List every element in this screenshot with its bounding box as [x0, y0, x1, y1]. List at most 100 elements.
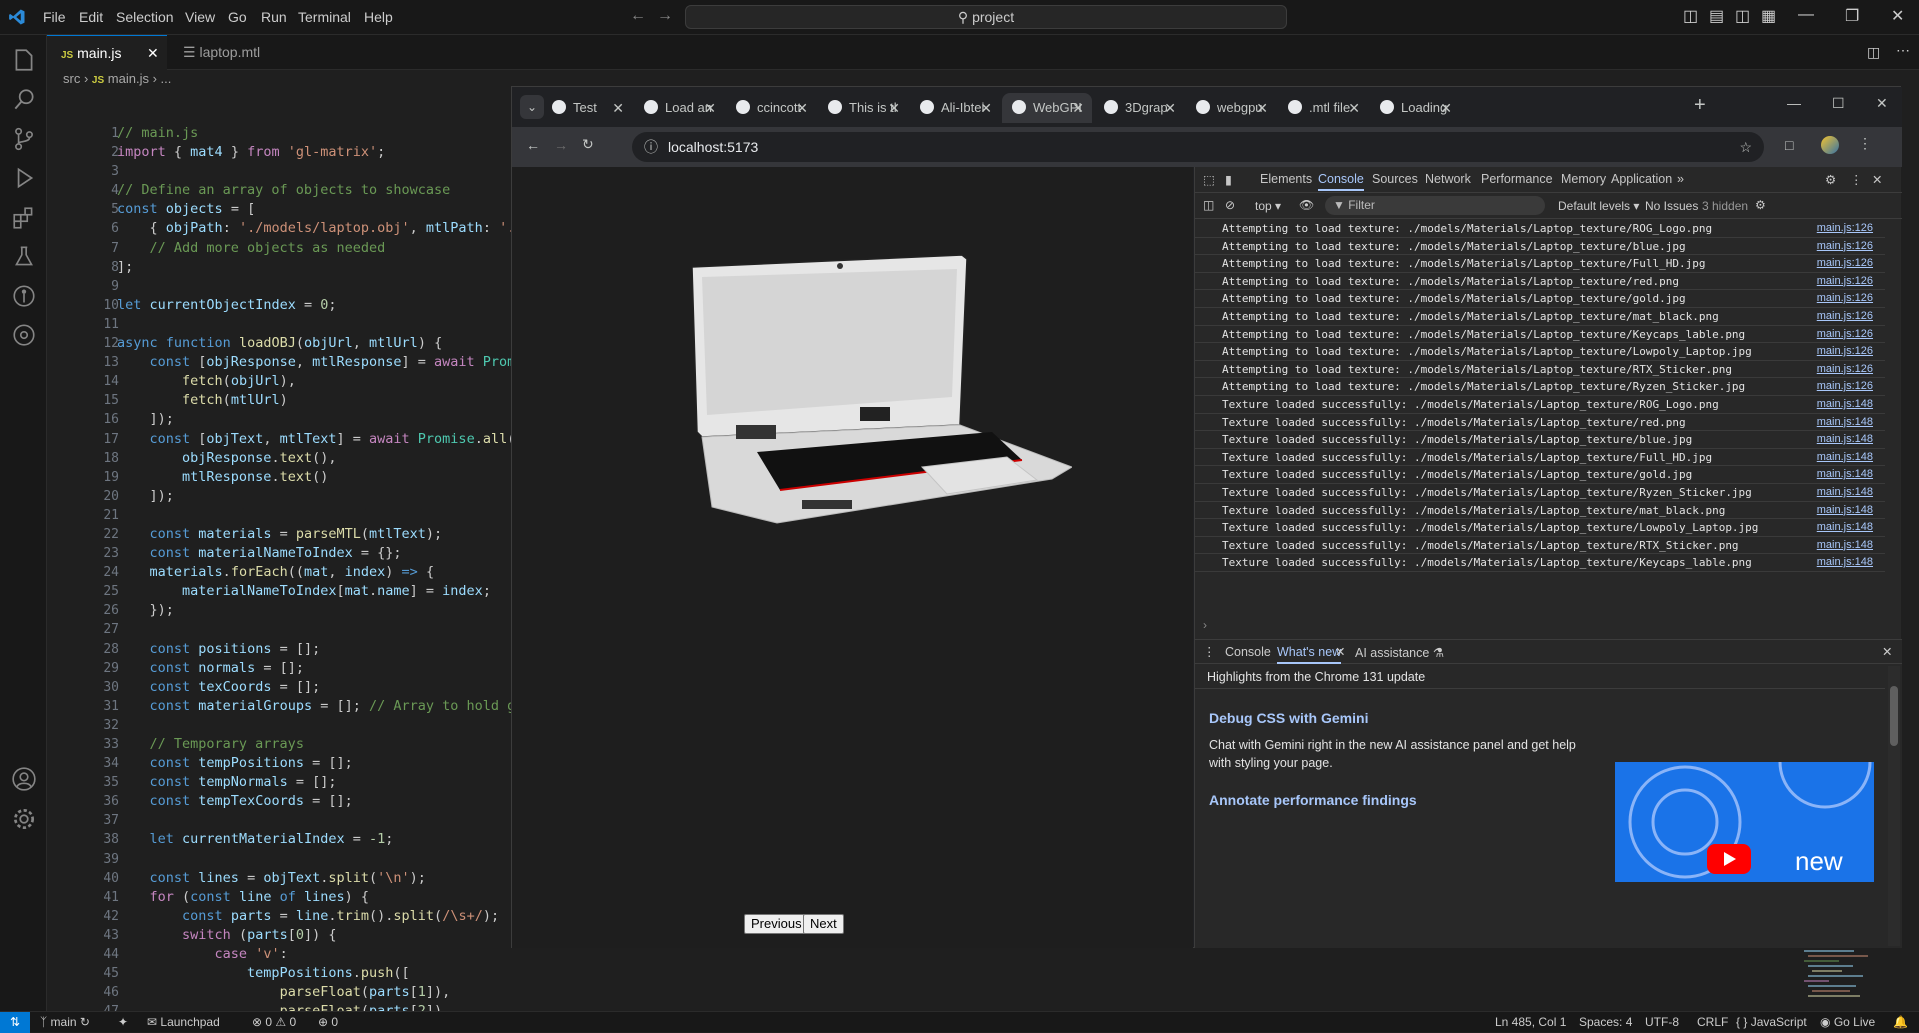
- code-line[interactable]: [117, 315, 512, 334]
- devtools-settings-icon[interactable]: ⚙: [1825, 172, 1836, 187]
- settings-gear-icon[interactable]: [11, 806, 37, 832]
- live-expression-eye-icon[interactable]: 👁: [1299, 198, 1314, 212]
- layout-sidebar-icon[interactable]: ◫: [1683, 6, 1698, 26]
- drawer-tab-ai-assistance[interactable]: AI assistance ⚗: [1355, 645, 1444, 660]
- notifications-bell-icon[interactable]: 🔔: [1893, 1015, 1908, 1029]
- browser-tab[interactable]: webgpu ✕: [1186, 93, 1276, 123]
- drawer-close-icon[interactable]: ✕: [1882, 644, 1892, 659]
- console-log-source-link[interactable]: main.js:126: [1817, 328, 1873, 340]
- code-line[interactable]: const materialNameToIndex = {};: [117, 544, 512, 563]
- code-line[interactable]: // main.js: [117, 124, 512, 143]
- drawer-tab-whats-new[interactable]: What's new: [1277, 645, 1342, 664]
- code-line[interactable]: const texCoords = [];: [117, 678, 512, 697]
- more-tabs-icon[interactable]: »: [1677, 172, 1684, 186]
- cursor-position[interactable]: Ln 485, Col 1: [1495, 1015, 1566, 1029]
- restore-icon[interactable]: ❐: [1845, 6, 1859, 26]
- customize-layout-icon[interactable]: ▦: [1761, 6, 1776, 26]
- browser-close-icon[interactable]: ✕: [1876, 95, 1888, 112]
- code-line[interactable]: [117, 162, 512, 181]
- code-line[interactable]: parseFloat(parts[1]),: [117, 983, 512, 1002]
- menu-file[interactable]: File: [43, 9, 66, 25]
- code-line[interactable]: [117, 506, 512, 525]
- minimap[interactable]: [1800, 945, 1872, 1005]
- line-ending[interactable]: CRLF: [1697, 1015, 1728, 1029]
- code-line[interactable]: // Temporary arrays: [117, 735, 512, 754]
- testing-icon[interactable]: [11, 244, 37, 270]
- laptop-3d-render[interactable]: [692, 247, 1072, 527]
- browser-menu-icon[interactable]: ⋮: [1858, 135, 1872, 152]
- layout-secondary-icon[interactable]: ◫: [1735, 6, 1750, 26]
- devtools-close-icon[interactable]: ✕: [1872, 172, 1882, 187]
- browser-tab[interactable]: Test ✕: [542, 93, 632, 123]
- tab-laptop-mtl[interactable]: ☰ laptop.mtl: [169, 35, 289, 70]
- browser-tab[interactable]: Ali-Ibtei ✕: [910, 93, 1000, 123]
- log-levels-select[interactable]: Default levels ▾: [1558, 199, 1639, 213]
- tab-console[interactable]: Console: [1318, 172, 1364, 191]
- code-line[interactable]: fetch(objUrl),: [117, 372, 512, 391]
- device-toolbar-icon[interactable]: ▮: [1225, 172, 1232, 187]
- code-line[interactable]: const lines = objText.split('\n');: [117, 869, 512, 888]
- drawer-tab-console[interactable]: Console: [1225, 645, 1271, 659]
- browser-tab[interactable]: ccincott ✕: [726, 93, 816, 123]
- menu-run[interactable]: Run: [261, 9, 287, 25]
- menu-edit[interactable]: Edit: [79, 9, 103, 25]
- bookmark-star-icon[interactable]: ☆: [1739, 132, 1752, 162]
- problems-indicator[interactable]: ⊗ 0 ⚠ 0: [252, 1015, 296, 1029]
- code-line[interactable]: objResponse.text(),: [117, 449, 512, 468]
- code-editor[interactable]: // main.js import { mat4 } from 'gl-matri…: [117, 124, 512, 1021]
- close-icon[interactable]: ✕: [1891, 6, 1904, 26]
- code-line[interactable]: });: [117, 601, 512, 620]
- code-line[interactable]: [117, 716, 512, 735]
- inspect-element-icon[interactable]: ⬚: [1203, 172, 1215, 187]
- gitlens-status-icon[interactable]: ✦: [118, 1015, 128, 1029]
- code-line[interactable]: const normals = [];: [117, 659, 512, 678]
- context-select[interactable]: top ▾: [1255, 199, 1281, 213]
- code-line[interactable]: // Add more objects as needed: [117, 239, 512, 258]
- code-line[interactable]: const [objText, mtlText] = await Promise…: [117, 430, 512, 449]
- play-button-icon[interactable]: [1707, 844, 1751, 874]
- address-bar[interactable]: ⓘ localhost:5173 ☆: [632, 132, 1764, 162]
- menu-selection[interactable]: Selection: [116, 9, 174, 25]
- close-tab-icon[interactable]: ✕: [1164, 93, 1176, 123]
- devtools-menu-icon[interactable]: ⋮: [1850, 172, 1863, 187]
- launchpad-item[interactable]: ✉ Launchpad: [147, 1015, 220, 1029]
- breadcrumb-symbol[interactable]: ...: [161, 71, 172, 86]
- console-log-source-link[interactable]: main.js:148: [1817, 539, 1873, 551]
- console-log-source-link[interactable]: main.js:148: [1817, 556, 1873, 568]
- explorer-icon[interactable]: [11, 47, 37, 73]
- code-line[interactable]: { objPath: './models/laptop.obj', mtlPat…: [117, 219, 513, 238]
- clear-console-icon[interactable]: ⊘: [1225, 198, 1235, 212]
- code-line[interactable]: ]);: [117, 487, 512, 506]
- code-line[interactable]: [117, 277, 512, 296]
- extensions-icon[interactable]: [11, 205, 37, 231]
- go-live-button[interactable]: ◉ Go Live: [1820, 1015, 1875, 1029]
- console-log-source-link[interactable]: main.js:148: [1817, 416, 1873, 428]
- code-line[interactable]: const materials = parseMTL(mtlText);: [117, 525, 512, 544]
- tab-performance[interactable]: Performance: [1481, 172, 1553, 186]
- console-log-source-link[interactable]: main.js:126: [1817, 292, 1873, 304]
- run-debug-icon[interactable]: [11, 165, 37, 191]
- code-line[interactable]: import { mat4 } from 'gl-matrix';: [117, 143, 512, 162]
- console-log-source-link[interactable]: main.js:126: [1817, 345, 1873, 357]
- console-log-source-link[interactable]: main.js:126: [1817, 310, 1873, 322]
- whats-new-video-thumbnail[interactable]: new: [1615, 762, 1874, 882]
- console-log-source-link[interactable]: main.js:148: [1817, 433, 1873, 445]
- close-tab-icon[interactable]: ✕: [612, 93, 624, 123]
- extensions-puzzle-icon[interactable]: □: [1785, 137, 1793, 153]
- code-line[interactable]: switch (parts[0]) {: [117, 926, 512, 945]
- remote-explorer-icon[interactable]: [11, 322, 37, 348]
- code-line[interactable]: const positions = [];: [117, 640, 512, 659]
- code-line[interactable]: fetch(mtlUrl): [117, 391, 512, 410]
- menu-help[interactable]: Help: [364, 9, 393, 25]
- console-log-source-link[interactable]: main.js:148: [1817, 468, 1873, 480]
- close-tab-icon[interactable]: ✕: [1256, 93, 1268, 123]
- previous-button[interactable]: Previous: [744, 914, 809, 934]
- console-log-source-link[interactable]: main.js:148: [1817, 504, 1873, 516]
- browser-tab[interactable]: WebGPI ✕: [1002, 93, 1092, 123]
- browser-tab[interactable]: Loading ✕: [1370, 93, 1460, 123]
- code-line[interactable]: [117, 811, 512, 830]
- close-tab-icon[interactable]: ✕: [1072, 93, 1084, 123]
- tab-search-button[interactable]: ⌄: [520, 95, 544, 119]
- code-line[interactable]: let currentObjectIndex = 0;: [117, 296, 512, 315]
- tab-application[interactable]: Application: [1611, 172, 1672, 186]
